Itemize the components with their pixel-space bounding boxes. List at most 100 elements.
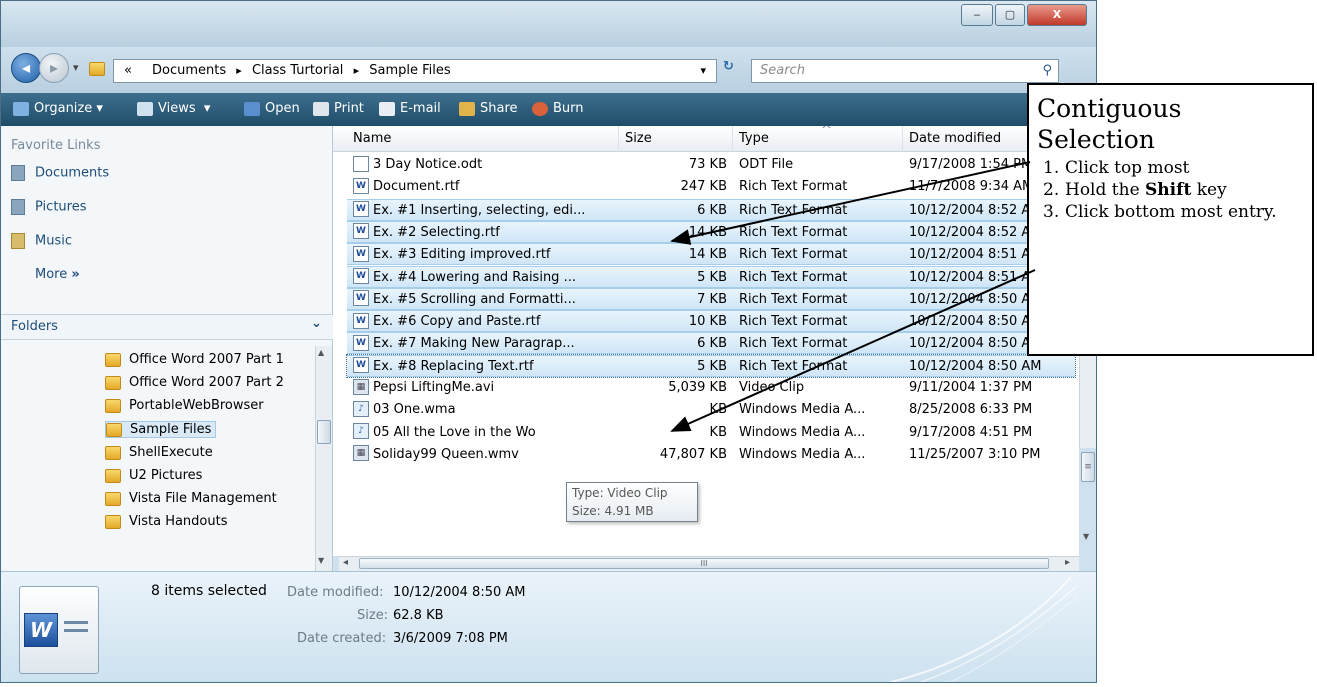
refresh-icon[interactable]: ↻: [723, 59, 734, 74]
tree-item-folder[interactable]: Vista File Management: [105, 491, 277, 506]
tree-item-folder[interactable]: U2 Pictures: [105, 468, 202, 483]
file-row[interactable]: W Ex. #3 Editing improved.rtf 14 KB Rich Te…: [347, 243, 1075, 266]
scroll-down-arrow[interactable]: ▼: [318, 556, 324, 565]
chevron-down-icon[interactable]: ⌄: [311, 316, 322, 331]
folder-icon: [105, 352, 121, 367]
file-size: KB: [709, 424, 727, 440]
favorite-links-more[interactable]: More »: [35, 267, 80, 282]
file-size: 14 KB: [688, 224, 727, 240]
file-name-text: Ex. #8 Replacing Text.rtf: [373, 358, 534, 374]
search-icon[interactable]: ⚲: [1042, 60, 1052, 82]
close-button[interactable]: X: [1027, 4, 1087, 26]
file-type: Windows Media A...: [739, 446, 866, 462]
views-button[interactable]: Views ▾: [137, 100, 210, 118]
breadcrumb-documents[interactable]: Documents: [152, 63, 226, 78]
address-dropdown-button[interactable]: ▾: [700, 60, 706, 82]
breadcrumb-class-turtorial[interactable]: Class Turtorial: [252, 63, 343, 78]
folder-icon: [105, 445, 121, 460]
file-name-text: Soliday99 Queen.wmv: [373, 446, 519, 462]
folder-icon: [105, 468, 121, 483]
file-name-text: Ex. #2 Selecting.rtf: [373, 224, 500, 240]
scroll-right-arrow[interactable]: ▸: [1065, 557, 1070, 568]
file-row[interactable]: W Ex. #2 Selecting.rtf 14 KB Rich Text Form…: [347, 220, 1075, 243]
folders-header[interactable]: Folders ⌄: [1, 314, 333, 340]
tree-item-folder[interactable]: Office Word 2007 Part 1: [105, 352, 284, 367]
minimize-button[interactable]: ‒: [961, 4, 993, 26]
breadcrumb-sample-files[interactable]: Sample Files: [369, 63, 450, 78]
instruction-callout: Contiguous Selection 1. Click top most 2.…: [1027, 83, 1314, 356]
command-toolbar: Organize ▾ Views ▾ Open Print E-mail Sha…: [1, 93, 1096, 126]
file-row[interactable]: W Document.rtf 247 KB Rich Text Format 11/7/…: [347, 176, 1075, 198]
file-row[interactable]: W Ex. #4 Lowering and Raising ... 5 KB Rich…: [347, 265, 1075, 288]
scrollbar-thumb[interactable]: ≡: [1081, 452, 1095, 482]
file-row[interactable]: ▦ Pepsi LiftingMe.avi 5,039 KB Video Clip 9/…: [347, 377, 1075, 399]
scrollbar-thumb[interactable]: [317, 420, 331, 444]
horizontal-scrollbar[interactable]: ◂ III ▸: [339, 556, 1079, 571]
file-name-text: Ex. #1 Inserting, selecting, edi...: [373, 202, 586, 218]
scroll-down-arrow[interactable]: ▼: [1083, 532, 1089, 541]
column-header-size[interactable]: Size: [619, 126, 733, 152]
scroll-up-arrow[interactable]: ▲: [318, 348, 324, 357]
callout-title: Contiguous: [1037, 94, 1182, 123]
file-type: Rich Text Format: [739, 291, 848, 307]
column-header-type[interactable]: Type ^: [733, 126, 903, 152]
file-row[interactable]: W Ex. #8 Replacing Text.rtf 5 KB Rich Text …: [346, 353, 1076, 378]
print-button[interactable]: Print: [313, 100, 364, 118]
maximize-button[interactable]: ▢: [995, 4, 1025, 26]
tree-item-folder[interactable]: ShellExecute: [105, 445, 213, 460]
search-placeholder: Search: [760, 63, 805, 78]
share-icon: [459, 101, 475, 116]
file-row[interactable]: W Ex. #6 Copy and Paste.rtf 10 KB Rich Text…: [347, 310, 1075, 333]
tree-item-sample-files[interactable]: Sample Files: [105, 421, 217, 438]
column-header-name[interactable]: Name: [347, 126, 619, 152]
scroll-left-arrow[interactable]: ◂: [343, 557, 348, 568]
tree-item-folder[interactable]: Office Word 2007 Part 2: [105, 375, 284, 390]
back-button[interactable]: ◂: [11, 53, 41, 83]
open-button[interactable]: Open: [244, 100, 300, 118]
file-row[interactable]: W Ex. #5 Scrolling and Formatti... 7 KB Ric…: [347, 287, 1075, 310]
callout-steps: 1. Click top most 2. Hold the Shift key 3.…: [1037, 157, 1312, 223]
favorite-link-pictures[interactable]: Pictures: [11, 199, 86, 215]
scrollbar-thumb[interactable]: III: [359, 558, 1049, 569]
breadcrumb-separator[interactable]: ▸: [354, 64, 360, 77]
file-row[interactable]: W Ex. #7 Making New Paragrap... 6 KB Rich T…: [347, 332, 1075, 355]
printer-icon: [313, 101, 329, 116]
file-type: Rich Text Format: [739, 336, 848, 352]
search-input[interactable]: Search ⚲: [751, 59, 1059, 83]
folders-scrollbar[interactable]: ▲ ▼: [315, 346, 332, 571]
callout-step: 2. Hold the Shift key: [1043, 180, 1227, 200]
tree-item-folder[interactable]: Vista Handouts: [105, 514, 227, 529]
documents-icon: [11, 165, 25, 181]
breadcrumb-overflow[interactable]: «: [124, 60, 132, 82]
file-row[interactable]: ▦ Soliday99 Queen.wmv 47,807 KB Windows Med…: [347, 444, 1075, 466]
video-file-icon: ▦: [353, 445, 369, 462]
file-date-modified: 9/11/2004 1:37 PM: [909, 380, 1033, 395]
file-row[interactable]: 3 Day Notice.odt 73 KB ODT File 9/17/2008 1…: [347, 154, 1075, 176]
burn-button[interactable]: Burn: [532, 100, 584, 118]
file-name-text: Ex. #5 Scrolling and Formatti...: [373, 291, 576, 307]
share-button[interactable]: Share: [459, 100, 518, 118]
word-doc-icon: W: [353, 201, 369, 218]
organize-button[interactable]: Organize ▾: [13, 100, 103, 118]
forward-button[interactable]: ▸: [39, 53, 69, 83]
file-size: 14 KB: [688, 247, 727, 263]
file-list: Name Size Type ^ Date modified 3 Day Noti…: [333, 126, 1079, 556]
tree-item-folder[interactable]: PortableWebBrowser: [105, 398, 264, 413]
favorite-link-documents[interactable]: Documents: [11, 165, 109, 181]
word-document-icon: W: [19, 586, 99, 674]
breadcrumb-separator[interactable]: ▸: [236, 64, 242, 77]
address-row: ◂ ▸ ▾ « Documents ▸ Class Turtorial ▸ Sa…: [1, 47, 1096, 93]
recent-pages-dropdown[interactable]: ▾: [73, 61, 79, 74]
email-button[interactable]: E-mail: [379, 100, 441, 118]
file-row[interactable]: W Ex. #1 Inserting, selecting, edi... 6 KB…: [347, 198, 1075, 221]
favorite-link-music[interactable]: Music: [11, 233, 72, 249]
file-name-text: Ex. #6 Copy and Paste.rtf: [373, 314, 541, 330]
file-row[interactable]: ♪ 03 One.wma KB Windows Media A... 8/25/2008…: [347, 399, 1075, 421]
callout-title: Selection: [1037, 125, 1155, 154]
file-row[interactable]: ♪ 05 All the Love in the Wo KB Windows Medi…: [347, 422, 1075, 444]
address-bar[interactable]: « Documents ▸ Class Turtorial ▸ Sample F…: [113, 59, 717, 83]
size-label: Size:: [357, 608, 389, 623]
file-name: ♪ 03 One.wma: [353, 399, 623, 421]
file-name-text: Ex. #4 Lowering and Raising ...: [373, 269, 576, 285]
word-doc-icon: W: [353, 245, 369, 262]
